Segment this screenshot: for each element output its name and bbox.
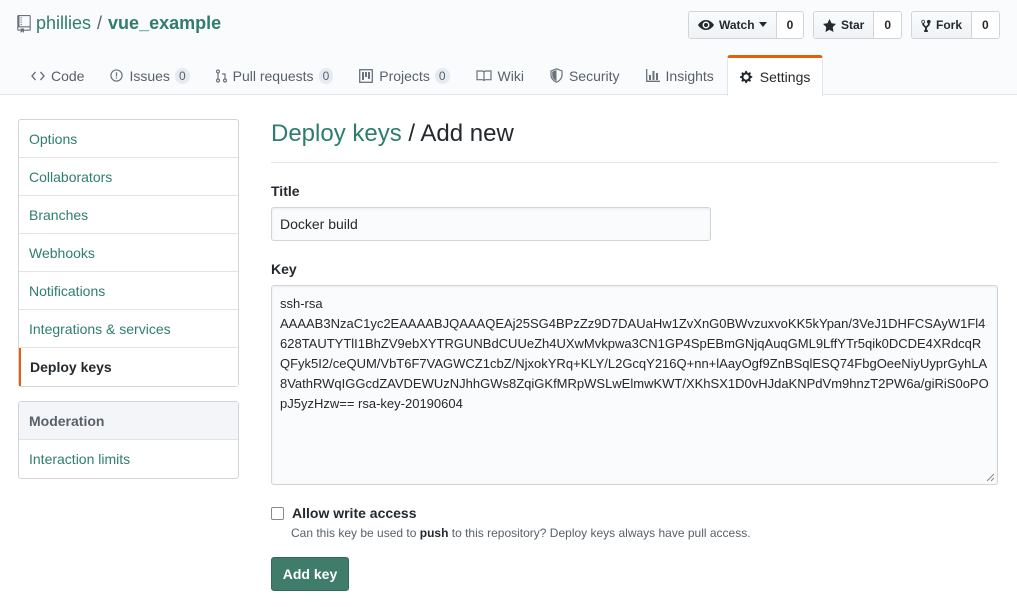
project-icon	[359, 68, 374, 83]
key-label: Key	[271, 261, 297, 277]
repo-title: phillies / vue_example	[17, 13, 221, 34]
key-textarea-value: ssh-rsa AAAAB3NzaC1yc2EAAAABJQAAAQEAj25S…	[280, 296, 989, 411]
fork-icon	[921, 19, 931, 32]
note-suffix: to this repository? Deploy keys always h…	[448, 526, 751, 540]
watch-group: Watch 0	[688, 11, 805, 39]
book-icon	[475, 69, 492, 81]
tab-insights-label: Insights	[665, 67, 714, 84]
sidebar-item-notifications[interactable]: Notifications	[19, 272, 238, 310]
page-title-rest: / Add new	[401, 120, 514, 147]
note-bold: push	[419, 526, 449, 540]
pull-request-icon	[215, 68, 227, 83]
watch-count[interactable]: 0	[776, 12, 804, 38]
star-button[interactable]: Star	[814, 12, 875, 38]
allow-write-note: Can this key be used to push to this rep…	[291, 526, 998, 540]
resize-handle-icon[interactable]	[986, 473, 995, 482]
sidebar-item-branches[interactable]: Branches	[19, 196, 238, 234]
tab-settings-label: Settings	[759, 69, 811, 85]
moderation-heading: Moderation	[19, 402, 238, 440]
settings-menu: Options Collaborators Branches Webhooks …	[18, 119, 239, 387]
projects-counter: 0	[434, 67, 450, 84]
repo-path-separator: /	[97, 13, 103, 33]
sidebar-item-interaction-limits[interactable]: Interaction limits	[19, 440, 238, 478]
note-prefix: Can this key be used to	[291, 526, 420, 540]
graph-icon	[645, 69, 660, 82]
repo-name-link[interactable]: vue_example	[108, 13, 221, 34]
sidebar-item-integrations[interactable]: Integrations & services	[19, 310, 238, 348]
star-count[interactable]: 0	[874, 12, 902, 38]
tab-wiki[interactable]: Wiki	[463, 55, 537, 95]
tab-wiki-label: Wiki	[497, 67, 524, 84]
sidebar-item-options[interactable]: Options	[19, 120, 238, 158]
tab-code[interactable]: Code	[18, 55, 97, 95]
star-icon	[823, 18, 836, 32]
tab-issues[interactable]: Issues 0	[97, 55, 202, 95]
deploy-key-form: Deploy keys / Add new Title Docker build…	[271, 120, 998, 591]
moderation-menu: Moderation Interaction limits	[18, 401, 239, 479]
page-title: Deploy keys / Add new	[271, 120, 998, 163]
issues-counter: 0	[174, 67, 190, 84]
watch-label: Watch	[719, 18, 755, 32]
pull-requests-counter: 0	[318, 67, 334, 84]
tab-issues-label: Issues	[129, 67, 170, 84]
add-key-button[interactable]: Add key	[271, 557, 349, 591]
title-label: Title	[271, 183, 300, 199]
shield-icon	[550, 68, 563, 83]
caret-down-icon	[758, 22, 767, 27]
code-icon	[31, 71, 45, 80]
fork-label: Fork	[936, 18, 963, 32]
tab-pull-requests[interactable]: Pull requests 0	[203, 55, 347, 95]
sidebar-item-deploy-keys[interactable]: Deploy keys	[19, 348, 238, 386]
repo-header: phillies / vue_example Watch 0 Star 0 Fo…	[0, 0, 1017, 96]
allow-write-checkbox[interactable]	[271, 506, 284, 520]
tab-settings[interactable]: Settings	[726, 55, 824, 96]
fork-button[interactable]: Fork	[912, 12, 973, 38]
tab-pull-requests-label: Pull requests	[232, 67, 314, 84]
key-textarea[interactable]: ssh-rsa AAAAB3NzaC1yc2EAAAABJQAAAQEAj25S…	[271, 285, 998, 485]
issue-icon	[110, 69, 124, 82]
sidebar-item-collaborators[interactable]: Collaborators	[19, 158, 238, 196]
watch-button[interactable]: Watch	[689, 12, 777, 38]
allow-write-row: Allow write access	[271, 505, 998, 521]
allow-write-label[interactable]: Allow write access	[292, 505, 417, 521]
tab-projects-label: Projects	[379, 67, 430, 84]
tab-code-label: Code	[51, 67, 85, 84]
fork-group: Fork 0	[911, 11, 1000, 39]
tab-insights[interactable]: Insights	[633, 55, 727, 95]
gear-icon	[739, 70, 753, 84]
repo-icon	[17, 14, 31, 33]
star-group: Star 0	[813, 11, 903, 39]
sidebar-item-webhooks[interactable]: Webhooks	[19, 234, 238, 272]
tab-security-label: Security	[568, 67, 620, 84]
deploy-keys-breadcrumb-link[interactable]: Deploy keys	[271, 120, 402, 147]
star-label: Star	[841, 18, 865, 32]
fork-count[interactable]: 0	[972, 12, 999, 38]
eye-icon	[698, 20, 714, 30]
tab-security[interactable]: Security	[537, 55, 633, 95]
repo-owner-link[interactable]: phillies	[36, 13, 91, 34]
tab-projects[interactable]: Projects 0	[346, 55, 462, 95]
title-input-value: Docker build	[280, 216, 358, 232]
title-input[interactable]: Docker build	[271, 207, 711, 241]
repo-nav-tabs: Code Issues 0 Pull requests 0 Projects 0…	[18, 55, 824, 96]
